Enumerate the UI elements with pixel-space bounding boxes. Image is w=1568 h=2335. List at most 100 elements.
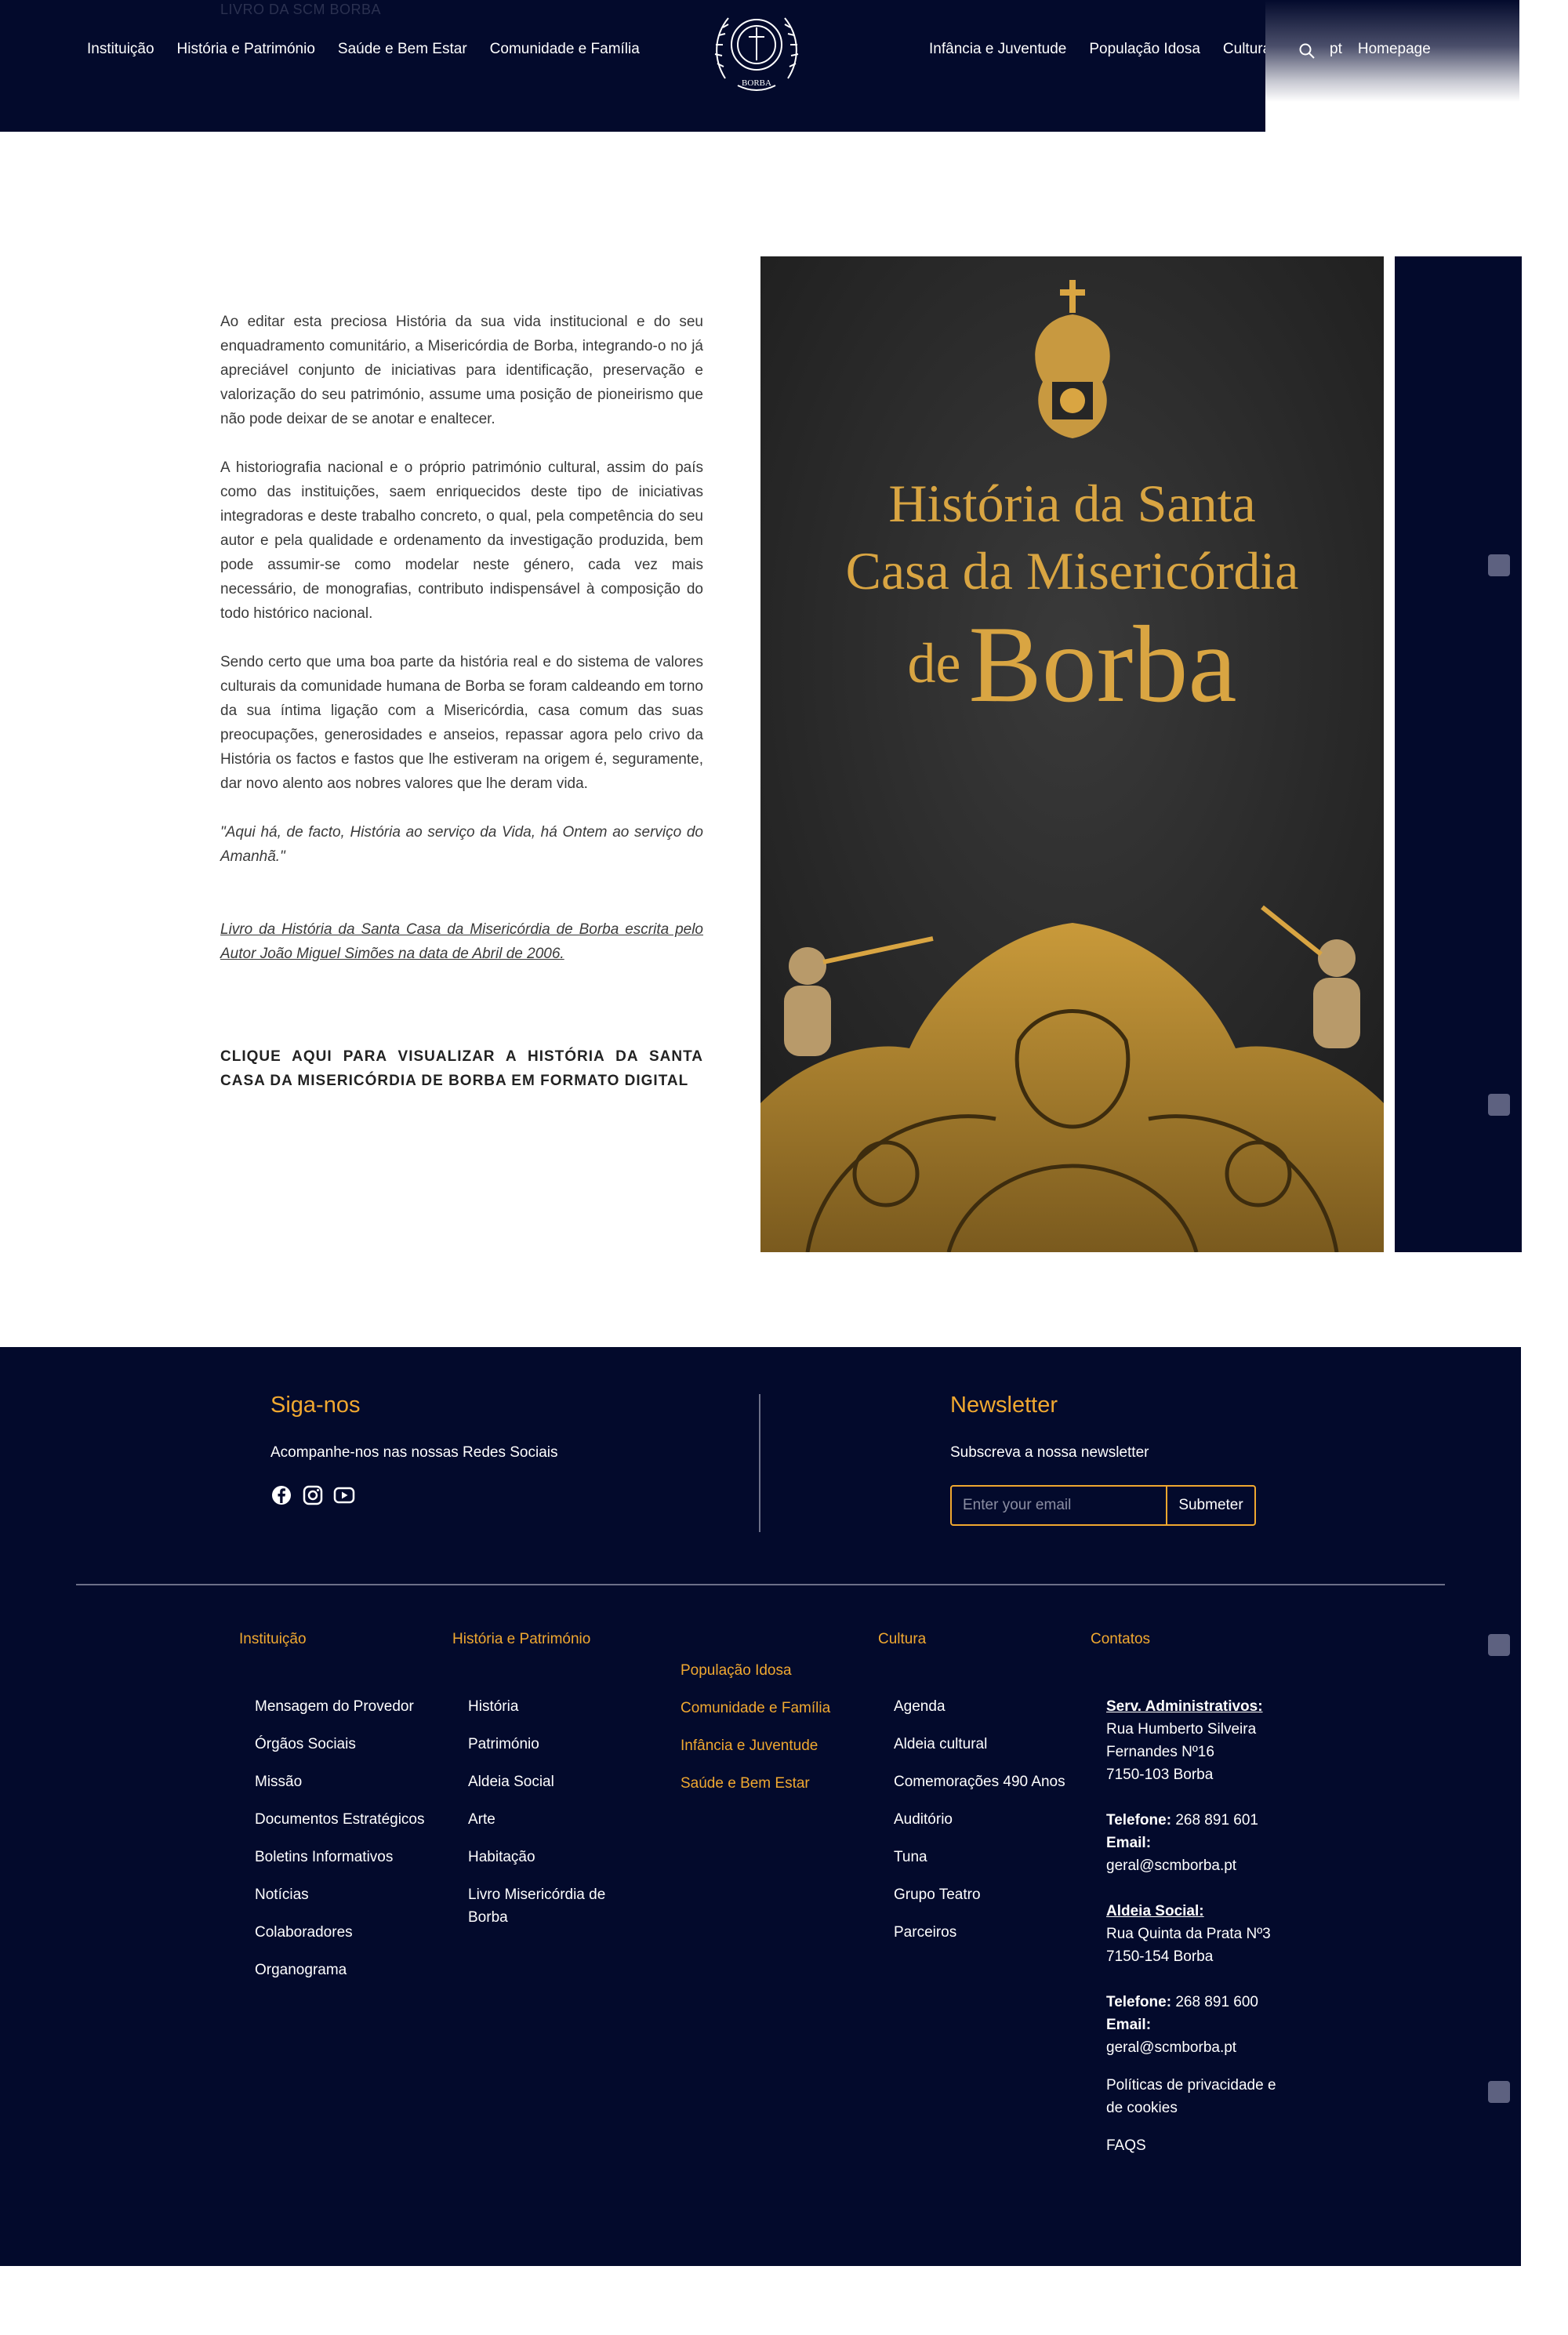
instagram-icon[interactable] <box>302 1484 324 1506</box>
main-nav-right: Infância e Juventude População Idosa Cul… <box>929 41 1294 58</box>
footer-link[interactable]: História <box>468 1695 625 1733</box>
book-title-line3: deBorba <box>760 601 1384 728</box>
footer-link[interactable]: Documentos Estratégicos <box>255 1808 425 1846</box>
main-nav-left: Instituição História e Património Saúde … <box>87 41 662 58</box>
paragraph: A historiografia nacional e o próprio pa… <box>220 459 703 622</box>
footer-area-link[interactable]: Saúde e Bem Estar <box>681 1772 830 1810</box>
book-cover-image: História da Santa Casa da Misericórdia d… <box>760 256 1384 1252</box>
nav-infancia-juventude[interactable]: Infância e Juventude <box>929 41 1066 58</box>
footer-link[interactable]: Aldeia cultural <box>894 1733 1065 1770</box>
newsletter-title: Newsletter <box>950 1393 1058 1418</box>
broken-image-icon <box>1488 2081 1510 2103</box>
faqs-link[interactable]: FAQS <box>1106 2134 1294 2157</box>
youtube-icon[interactable] <box>333 1484 355 1506</box>
nav-saude-bem-estar[interactable]: Saúde e Bem Estar <box>338 41 467 58</box>
footer-heading-cultura[interactable]: Cultura <box>878 1631 926 1648</box>
footer-area-link[interactable]: Infância e Juventude <box>681 1734 830 1772</box>
footer-link[interactable]: Habitação <box>468 1846 625 1883</box>
admin-phone[interactable]: 268 891 601 <box>1175 1812 1258 1828</box>
footer-link[interactable]: Boletins Informativos <box>255 1846 425 1883</box>
footer-link[interactable]: Comemorações 490 Anos <box>894 1770 1065 1808</box>
footer-list-areas: População Idosa Comunidade e Família Inf… <box>681 1659 830 1810</box>
quote: "Aqui há, de facto, História ao serviço … <box>220 824 703 865</box>
follow-text: Acompanhe-nos nas nossas Redes Sociais <box>270 1444 558 1461</box>
submit-button[interactable]: Submeter <box>1166 1487 1254 1524</box>
footer-separator <box>76 1584 1445 1585</box>
admin-address: Rua Humberto Silveira Fernandes Nº16 <box>1106 1721 1257 1760</box>
contact-info: Serv. Administrativos: Rua Humberto Silv… <box>1106 1695 1294 2157</box>
email-field[interactable] <box>952 1487 1166 1524</box>
newsletter-form: Submeter <box>950 1485 1256 1526</box>
search-icon[interactable] <box>1298 42 1316 60</box>
phone-label: Telefone: <box>1106 1994 1172 2010</box>
book-title-borba: Borba <box>968 604 1237 725</box>
footer-link[interactable]: Mensagem do Provedor <box>255 1695 425 1733</box>
logo[interactable]: BORBA <box>708 4 805 96</box>
book-title-line1: História da Santa <box>888 474 1256 533</box>
breadcrumb: LIVRO DA SCM BORBA <box>220 2 382 17</box>
aldeia-postal: 7150-154 Borba <box>1106 1948 1214 1965</box>
aldeia-phone[interactable]: 268 891 600 <box>1175 1994 1258 2010</box>
nav-cultura[interactable]: Cultura <box>1223 41 1271 58</box>
aldeia-email[interactable]: geral@scmborba.pt <box>1106 2036 1294 2059</box>
book-ornament <box>760 256 1384 1252</box>
nav-instituicao[interactable]: Instituição <box>87 41 154 58</box>
book-caption-link[interactable]: Livro da História da Santa Casa da Miser… <box>220 917 703 966</box>
site-footer: Siga-nos Acompanhe-nos nas nossas Redes … <box>0 1347 1521 2266</box>
header-utilities: pt Homepage <box>1298 41 1431 60</box>
broken-image-icon <box>1488 1634 1510 1656</box>
footer-link[interactable]: Órgãos Sociais <box>255 1733 425 1770</box>
footer-area-link[interactable]: População Idosa <box>681 1659 830 1697</box>
site-header: LIVRO DA SCM BORBA Instituição História … <box>0 0 1271 132</box>
footer-divider <box>759 1394 760 1532</box>
facebook-icon[interactable] <box>270 1484 292 1506</box>
svg-text:BORBA: BORBA <box>742 78 771 88</box>
footer-link[interactable]: Agenda <box>894 1695 1065 1733</box>
book-title-de: de <box>907 632 961 695</box>
footer-link[interactable]: Património <box>468 1733 625 1770</box>
footer-link[interactable]: Livro Misericórdia de Borba <box>468 1883 625 1929</box>
language-selector[interactable]: pt <box>1330 41 1342 58</box>
email-label: Email: <box>1106 2017 1152 2033</box>
nav-populacao-idosa[interactable]: População Idosa <box>1089 41 1200 58</box>
broken-image-icon <box>1488 554 1510 576</box>
view-digital-book-link[interactable]: CLIQUE AQUI PARA VISUALIZAR A HISTÓRIA D… <box>220 1044 703 1093</box>
privacy-link[interactable]: Políticas de privacidade e de cookies <box>1106 2074 1294 2119</box>
admin-title: Serv. Administrativos: <box>1106 1698 1263 1715</box>
footer-heading-instituicao[interactable]: Instituição <box>239 1631 307 1648</box>
homepage-link[interactable]: Homepage <box>1358 41 1431 58</box>
footer-link[interactable]: Organograma <box>255 1959 425 1996</box>
phone-label: Telefone: <box>1106 1812 1172 1828</box>
footer-list-cultura: Agenda Aldeia cultural Comemorações 490 … <box>894 1695 1065 1959</box>
footer-list-instituicao: Mensagem do Provedor Órgãos Sociais Miss… <box>255 1695 425 1996</box>
nav-comunidade-familia[interactable]: Comunidade e Família <box>490 41 640 58</box>
aldeia-address: Rua Quinta da Prata Nº3 <box>1106 1926 1271 1942</box>
footer-heading-contatos[interactable]: Contatos <box>1091 1631 1150 1648</box>
paragraph: Ao editar esta preciosa História da sua … <box>220 314 703 427</box>
footer-link[interactable]: Auditório <box>894 1808 1065 1846</box>
footer-link[interactable]: Colaboradores <box>255 1921 425 1959</box>
broken-image-icon <box>1488 1094 1510 1116</box>
footer-link[interactable]: Notícias <box>255 1883 425 1921</box>
book-title-line2: Casa da Misericórdia <box>845 541 1299 601</box>
footer-link[interactable]: Aldeia Social <box>468 1770 625 1808</box>
follow-title: Siga-nos <box>270 1393 361 1418</box>
nav-historia-patrimonio[interactable]: História e Património <box>177 41 315 58</box>
footer-list-historia: História Património Aldeia Social Arte H… <box>468 1695 625 1929</box>
footer-link[interactable]: Grupo Teatro <box>894 1883 1065 1921</box>
social-icons <box>270 1484 355 1506</box>
logo-emblem-icon: BORBA <box>714 17 799 91</box>
email-label: Email: <box>1106 1835 1152 1851</box>
footer-link[interactable]: Parceiros <box>894 1921 1065 1959</box>
footer-link[interactable]: Missão <box>255 1770 425 1808</box>
footer-link[interactable]: Arte <box>468 1808 625 1846</box>
footer-area-link[interactable]: Comunidade e Família <box>681 1697 830 1734</box>
footer-link[interactable]: Tuna <box>894 1846 1065 1883</box>
aldeia-title: Aldeia Social: <box>1106 1903 1204 1919</box>
paragraph: Sendo certo que uma boa parte da históri… <box>220 654 703 792</box>
newsletter-text: Subscreva a nossa newsletter <box>950 1444 1149 1461</box>
article-text: Ao editar esta preciosa História da sua … <box>220 310 703 1117</box>
admin-postal: 7150-103 Borba <box>1106 1767 1214 1783</box>
admin-email[interactable]: geral@scmborba.pt <box>1106 1854 1294 1877</box>
footer-heading-historia[interactable]: História e Património <box>452 1631 590 1648</box>
